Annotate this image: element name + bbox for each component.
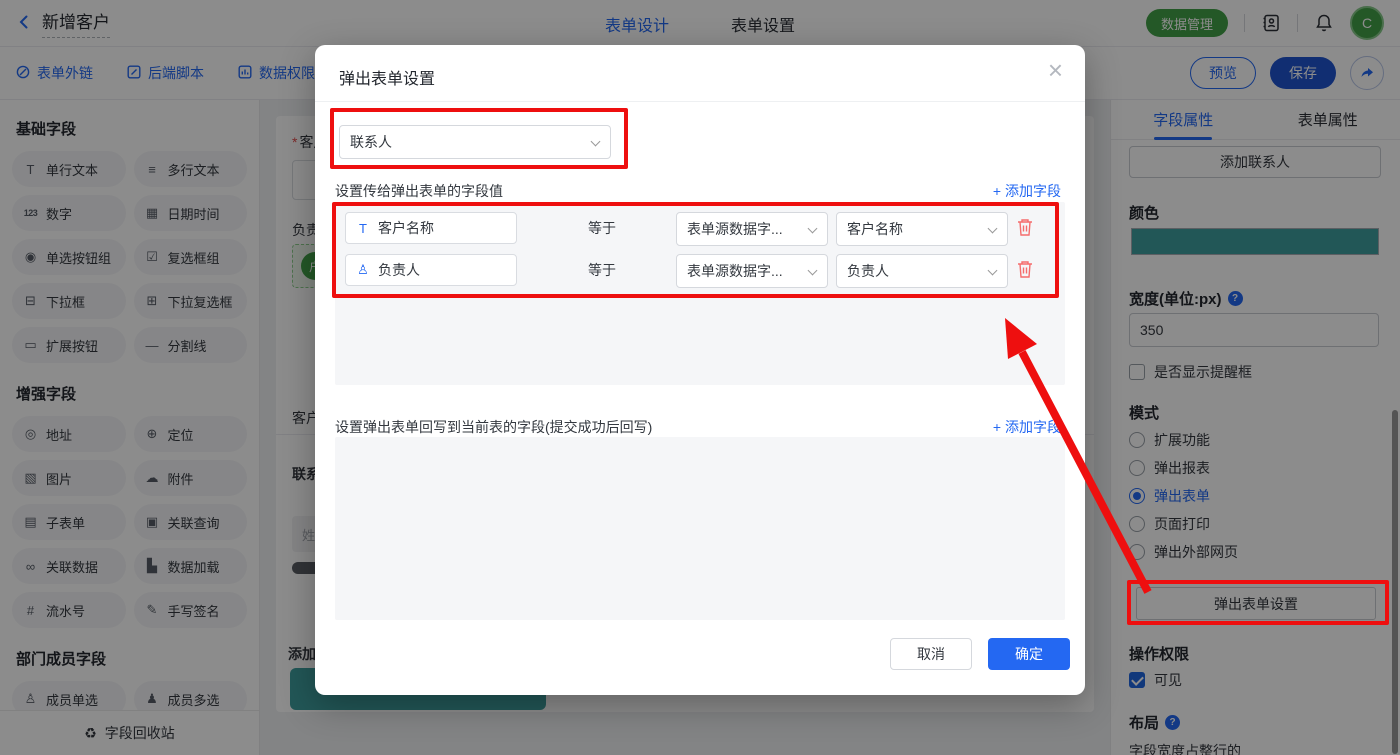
delete-row-icon[interactable] [1016, 217, 1034, 240]
chevron-down-icon [808, 266, 818, 276]
field-mapping-row: T 客户名称 等于 表单源数据字... 客户名称 [345, 212, 1055, 244]
chevron-down-icon [988, 266, 998, 276]
target-field-box[interactable]: ♙ 负责人 [345, 254, 517, 286]
popup-form-settings-dialog: 弹出表单设置 × 联系人 设置传给弹出表单的字段值 + 添加字段 T 客户名称 … [315, 45, 1085, 695]
writeback-section-label: 设置弹出表单回写到当前表的字段(提交成功后回写) [335, 417, 652, 437]
text-icon: T [356, 221, 370, 236]
add-field-link-1[interactable]: + 添加字段 [993, 181, 1061, 201]
divider [315, 101, 1085, 102]
pass-fields-section-label: 设置传给弹出表单的字段值 [335, 181, 503, 201]
chevron-down-icon [808, 224, 818, 234]
delete-row-icon[interactable] [1016, 259, 1034, 282]
source-type-select[interactable]: 表单源数据字... [676, 212, 828, 246]
writeback-panel [335, 437, 1065, 620]
operator-label: 等于 [588, 212, 616, 244]
cancel-button[interactable]: 取消 [890, 638, 972, 670]
add-field-link-2[interactable]: + 添加字段 [993, 417, 1061, 437]
source-field-select[interactable]: 客户名称 [836, 212, 1008, 246]
field-mapping-row: ♙ 负责人 等于 表单源数据字... 负责人 [345, 254, 1055, 286]
operator-label: 等于 [588, 254, 616, 286]
source-field-select[interactable]: 负责人 [836, 254, 1008, 288]
person-icon: ♙ [356, 262, 370, 278]
chevron-down-icon [988, 224, 998, 234]
source-type-select[interactable]: 表单源数据字... [676, 254, 828, 288]
chevron-down-icon [591, 137, 601, 147]
dialog-title: 弹出表单设置 [339, 65, 435, 89]
pass-fields-panel: T 客户名称 等于 表单源数据字... 客户名称 ♙ 负责人 [335, 202, 1065, 385]
close-icon[interactable]: × [1048, 57, 1063, 83]
confirm-button[interactable]: 确定 [988, 638, 1070, 670]
target-field-box[interactable]: T 客户名称 [345, 212, 517, 244]
app-root: 新增客户 表单设计 表单设置 数据管理 C [0, 0, 1400, 755]
target-form-select[interactable]: 联系人 [339, 125, 611, 159]
